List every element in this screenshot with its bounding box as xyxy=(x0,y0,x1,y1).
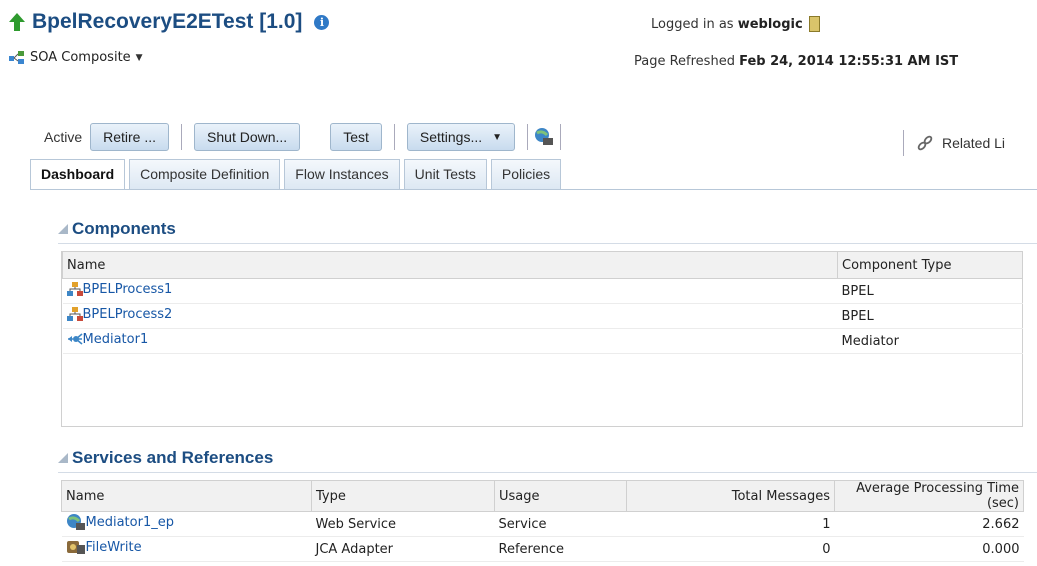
collapse-triangle-icon xyxy=(58,453,68,463)
composite-menu[interactable]: SOA Composite ▼ xyxy=(9,50,143,65)
component-type: Mediator xyxy=(837,328,1023,354)
components-table: Name Component Type BPELProcess1 BPEL BP… xyxy=(62,251,1023,354)
service-link[interactable]: Mediator1_ep xyxy=(66,513,174,531)
service-usage: Reference xyxy=(494,536,627,562)
related-links-label: Related Li xyxy=(942,135,1006,151)
login-info: Logged in as weblogic xyxy=(651,16,820,32)
info-icon[interactable]: i xyxy=(314,14,330,30)
web-service-icon xyxy=(66,514,85,530)
login-user[interactable]: weblogic xyxy=(738,17,803,32)
up-arrow-icon[interactable] xyxy=(8,12,26,32)
table-row: FileWrite JCA Adapter Reference 0 0.000 xyxy=(61,536,1024,562)
service-avg-time: 0.000 xyxy=(834,536,1024,562)
services-section-header[interactable]: Services and References xyxy=(58,448,273,468)
section-rule xyxy=(58,243,1037,244)
related-links[interactable]: Related Li xyxy=(903,130,1005,156)
divider xyxy=(181,124,183,150)
service-usage: Service xyxy=(494,511,627,537)
page-title: BpelRecoveryE2ETest [1.0] xyxy=(32,10,303,33)
tab-unit-tests[interactable]: Unit Tests xyxy=(403,159,487,189)
settings-label: Settings... xyxy=(419,129,483,145)
page-refreshed: Page Refreshed Feb 24, 2014 12:55:31 AM … xyxy=(634,54,958,69)
service-type: Web Service xyxy=(311,511,495,537)
toolbar: Active Retire ... Shut Down... Test Sett… xyxy=(44,123,573,151)
refresh-time: Feb 24, 2014 12:55:31 AM IST xyxy=(739,54,959,69)
jca-adapter-icon xyxy=(66,541,85,554)
mediator-icon xyxy=(67,333,83,345)
component-link[interactable]: Mediator1 xyxy=(67,331,149,347)
test-button[interactable]: Test xyxy=(330,123,382,151)
divider xyxy=(903,130,904,156)
components-section-header[interactable]: Components xyxy=(58,219,176,239)
web-service-icon[interactable] xyxy=(534,127,554,147)
chevron-down-icon: ▼ xyxy=(135,52,143,63)
column-header-total-messages[interactable]: Total Messages xyxy=(626,480,835,512)
section-rule xyxy=(58,472,1037,473)
divider xyxy=(560,124,562,150)
tab-divider xyxy=(30,189,1037,190)
component-name: BPELProcess1 xyxy=(82,281,173,297)
service-name: Mediator1_ep xyxy=(85,514,174,530)
services-table: Name Type Usage Total Messages Average P… xyxy=(61,480,1024,562)
service-type: JCA Adapter xyxy=(311,536,495,562)
services-table-box: Name Type Usage Total Messages Average P… xyxy=(61,480,1024,562)
component-type: BPEL xyxy=(837,303,1023,329)
component-name: BPELProcess2 xyxy=(82,306,173,322)
components-title: Components xyxy=(72,219,176,238)
column-header-name[interactable]: Name xyxy=(61,480,312,512)
tab-flow-instances[interactable]: Flow Instances xyxy=(284,159,400,189)
column-header-usage[interactable]: Usage xyxy=(494,480,627,512)
component-link[interactable]: BPELProcess1 xyxy=(66,281,173,297)
service-total-messages: 1 xyxy=(626,511,835,537)
divider xyxy=(527,124,529,150)
link-icon xyxy=(917,135,933,151)
service-avg-time: 2.662 xyxy=(834,511,1024,537)
retire-button[interactable]: Retire ... xyxy=(90,123,170,151)
service-name: FileWrite xyxy=(85,539,142,555)
collapse-triangle-icon xyxy=(58,224,68,234)
column-header-avg-processing-time[interactable]: Average Processing Time (sec) xyxy=(834,480,1024,512)
table-row: Mediator1 Mediator xyxy=(62,328,1023,354)
tab-bar: Dashboard Composite Definition Flow Inst… xyxy=(30,159,565,190)
table-row: BPELProcess2 BPEL xyxy=(62,303,1023,329)
components-table-box: Name Component Type BPELProcess1 BPEL BP… xyxy=(61,251,1023,428)
status-label: Active xyxy=(44,129,83,145)
refresh-prefix: Page Refreshed xyxy=(634,54,735,69)
tab-policies[interactable]: Policies xyxy=(490,159,562,189)
tab-composite-definition[interactable]: Composite Definition xyxy=(129,159,281,189)
composite-label: SOA Composite xyxy=(30,50,131,65)
settings-button[interactable]: Settings... ▼ xyxy=(406,123,516,151)
page-header: BpelRecoveryE2ETest [1.0] i xyxy=(8,10,330,34)
server-icon[interactable] xyxy=(808,16,820,32)
column-header-name[interactable]: Name xyxy=(62,251,838,279)
column-header-component-type[interactable]: Component Type xyxy=(837,251,1023,279)
tab-dashboard[interactable]: Dashboard xyxy=(30,159,126,190)
bpel-process-icon xyxy=(66,282,83,296)
composite-icon xyxy=(9,50,24,64)
divider xyxy=(393,124,395,150)
chevron-down-icon: ▼ xyxy=(492,131,503,143)
login-prefix: Logged in as xyxy=(651,16,734,32)
service-link[interactable]: FileWrite xyxy=(66,538,142,556)
service-total-messages: 0 xyxy=(626,536,835,562)
table-row: Mediator1_ep Web Service Service 1 2.662 xyxy=(61,511,1024,537)
component-name: Mediator1 xyxy=(82,331,149,347)
shutdown-button[interactable]: Shut Down... xyxy=(194,123,301,151)
component-link[interactable]: BPELProcess2 xyxy=(66,306,173,322)
table-row: BPELProcess1 BPEL xyxy=(62,278,1023,304)
component-type: BPEL xyxy=(837,278,1023,304)
services-title: Services and References xyxy=(72,448,274,467)
column-header-type[interactable]: Type xyxy=(311,480,495,512)
bpel-process-icon xyxy=(66,307,83,321)
